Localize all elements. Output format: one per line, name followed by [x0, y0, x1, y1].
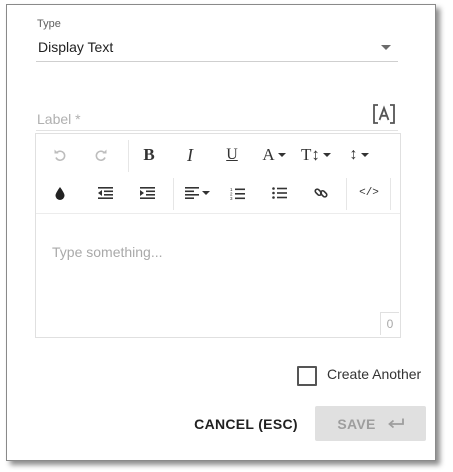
type-label: Type — [37, 18, 61, 30]
bold-button[interactable]: B — [138, 140, 160, 170]
text-color-button[interactable] — [50, 178, 70, 208]
redo-icon — [95, 149, 107, 162]
code-view-icon: </> — [359, 187, 379, 199]
ink-drop-icon — [55, 186, 65, 200]
underline-icon: U — [226, 146, 238, 163]
enter-arrow-icon — [387, 418, 404, 429]
toolbar-divider — [36, 213, 400, 214]
type-underline — [36, 61, 398, 62]
indent-button[interactable] — [137, 178, 157, 208]
label-input[interactable]: Label * — [37, 111, 81, 127]
ordered-list-icon: 1 2 3 — [230, 187, 245, 200]
caret-down-icon — [322, 153, 331, 157]
localize-icon[interactable] — [372, 103, 396, 125]
caret-down-icon — [360, 153, 369, 157]
label-underline — [36, 130, 398, 131]
rich-text-editor: B I U A T↕ ↕ 1 2 3 </> Type something...… — [35, 133, 401, 338]
svg-text:3: 3 — [230, 196, 233, 200]
toolbar-separator — [128, 140, 129, 172]
caret-down-icon — [277, 153, 286, 157]
ordered-list-button[interactable]: 1 2 3 — [227, 178, 247, 208]
undo-icon — [54, 149, 66, 162]
dialog: Type Display Text Label * B I U A T↕ ↕ 1… — [6, 4, 436, 461]
redo-button[interactable] — [91, 140, 111, 170]
type-select[interactable]: Display Text — [38, 39, 113, 55]
outdent-button[interactable] — [95, 178, 115, 208]
create-another-label[interactable]: Create Another — [327, 366, 421, 382]
link-icon — [314, 188, 328, 198]
font-size-icon: T↕ — [301, 145, 320, 164]
italic-icon: I — [187, 144, 193, 165]
save-button-label: SAVE — [337, 415, 376, 432]
bold-icon: B — [143, 145, 155, 164]
toolbar-row-1: B I U A T↕ ↕ — [36, 136, 400, 174]
align-left-icon — [184, 187, 199, 199]
toolbar-row-2: 1 2 3 </> — [36, 174, 400, 212]
line-height-icon: ↕ — [349, 146, 358, 163]
align-button[interactable] — [181, 178, 213, 208]
toolbar-separator — [346, 178, 347, 210]
create-another-checkbox[interactable] — [297, 366, 317, 386]
undo-button[interactable] — [50, 140, 70, 170]
character-counter: 0 — [380, 312, 399, 335]
line-height-button[interactable]: ↕ — [344, 140, 374, 170]
cancel-button-label: CANCEL (ESC) — [194, 416, 298, 432]
caret-down-icon — [201, 191, 210, 195]
outdent-icon — [97, 187, 113, 199]
save-button[interactable]: SAVE — [315, 406, 426, 441]
italic-button[interactable]: I — [179, 140, 201, 170]
underline-button[interactable]: U — [221, 140, 243, 170]
link-button[interactable] — [311, 178, 331, 208]
unordered-list-button[interactable] — [269, 178, 289, 208]
code-view-button[interactable]: </> — [354, 178, 384, 208]
font-color-button[interactable]: A — [258, 140, 290, 170]
cancel-button[interactable]: CANCEL (ESC) — [191, 407, 301, 441]
unordered-list-icon — [271, 187, 287, 199]
toolbar-separator — [390, 178, 391, 210]
dropdown-arrow-icon[interactable] — [381, 45, 391, 50]
font-size-button[interactable]: T↕ — [300, 140, 332, 170]
editor-content[interactable]: Type something... — [52, 244, 163, 260]
indent-icon — [139, 187, 155, 199]
font-color-icon: A — [262, 145, 275, 164]
toolbar-separator — [173, 178, 174, 210]
